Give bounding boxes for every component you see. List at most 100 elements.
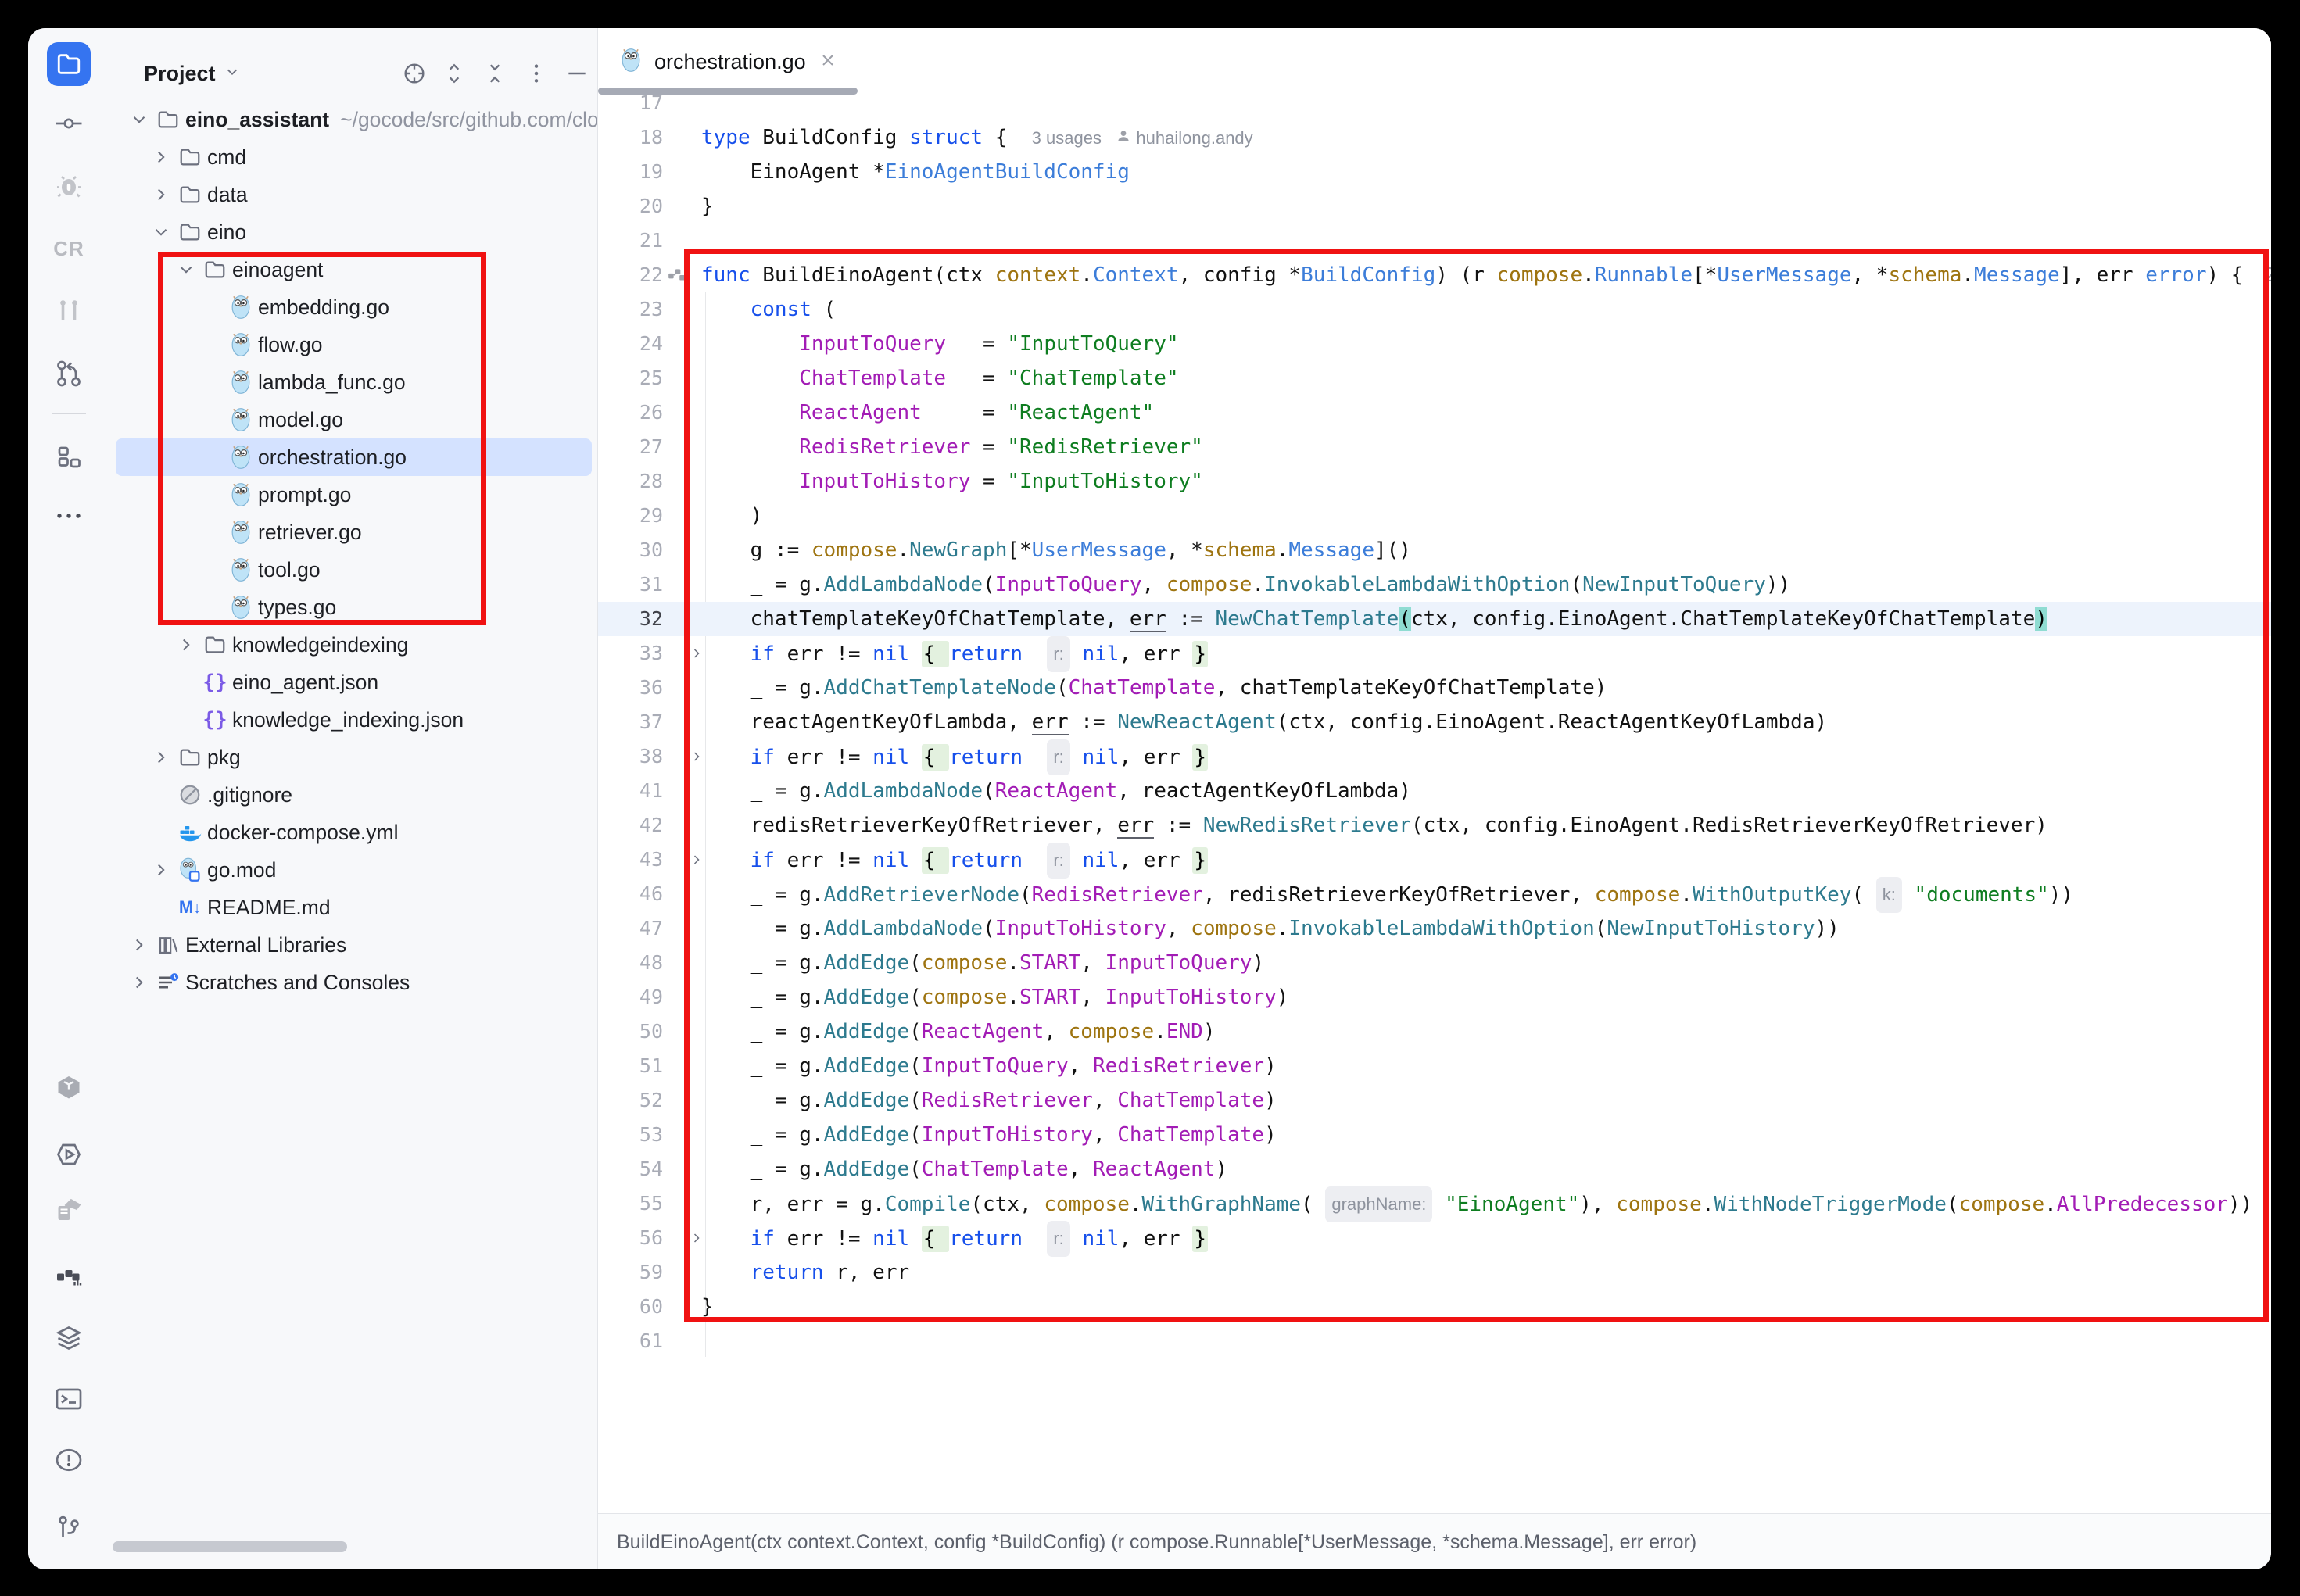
run-tool-button[interactable] [47, 1133, 91, 1176]
tab-orchestration-go[interactable]: orchestration.go [609, 28, 848, 95]
code-line-18[interactable]: 18type BuildConfig struct { 3 usages huh… [598, 120, 2271, 155]
terminal-tool-button[interactable] [47, 1377, 91, 1421]
tree-item-eino-agent-json[interactable]: {}eino_agent.json [109, 664, 597, 701]
code-line-30[interactable]: 30 g := compose.NewGraph[*UserMessage, *… [598, 533, 2271, 567]
tree-item-prompt-go[interactable]: prompt.go [109, 476, 597, 514]
tree-item-tool-go[interactable]: tool.go [109, 551, 597, 589]
tree-item-einoagent[interactable]: einoagent [109, 251, 597, 288]
collapse-all-button[interactable] [479, 56, 511, 91]
structure-tool-button[interactable] [47, 435, 91, 479]
tree-item-orchestration-go[interactable]: orchestration.go [109, 438, 597, 476]
code-line-23[interactable]: 23 const ( [598, 292, 2271, 327]
tree-item-retriever-go[interactable]: retriever.go [109, 514, 597, 551]
code-line-22[interactable]: 22func BuildEinoAgent(ctx context.Contex… [598, 258, 2271, 292]
tree-item-embedding-go[interactable]: embedding.go [109, 288, 597, 326]
close-tab-icon[interactable] [819, 51, 837, 73]
code-line-27[interactable]: 27 RedisRetriever = "RedisRetriever" [598, 430, 2271, 464]
tree-item-data[interactable]: data [109, 176, 597, 213]
pull-requests-tool-button[interactable] [47, 289, 91, 333]
code-line-36[interactable]: 36 _ = g.AddChatTemplateNode(ChatTemplat… [598, 671, 2271, 705]
tree-item-types-go[interactable]: types.go [109, 589, 597, 626]
code-line-38[interactable]: 38 if err != nil { return r: nil, err } [598, 739, 2271, 774]
code-line-43[interactable]: 43 if err != nil { return r: nil, err } [598, 843, 2271, 877]
code-line-51[interactable]: 51 _ = g.AddEdge(InputToQuery, RedisRetr… [598, 1049, 2271, 1083]
tree-item-scratches-and-consoles[interactable]: Scratches and Consoles [109, 964, 597, 1001]
code-line-47[interactable]: 47 _ = g.AddLambdaNode(InputToHistory, c… [598, 911, 2271, 946]
commit-tool-button[interactable] [47, 102, 91, 145]
tree-item-docker-compose-yml[interactable]: docker-compose.yml [109, 814, 597, 851]
chevron-right-icon[interactable] [129, 935, 149, 955]
code-line-26[interactable]: 26 ReactAgent = "ReactAgent" [598, 395, 2271, 430]
code-review-tool-button[interactable]: CR [47, 227, 91, 270]
code-line-29[interactable]: 29 ) [598, 499, 2271, 533]
chevron-right-icon[interactable] [129, 972, 149, 993]
code-line-54[interactable]: 54 _ = g.AddEdge(ChatTemplate, ReactAgen… [598, 1152, 2271, 1186]
code-line-32[interactable]: 32 chatTemplateKeyOfChatTemplate, err :=… [598, 602, 2271, 636]
code-line-48[interactable]: 48 _ = g.AddEdge(compose.START, InputToQ… [598, 946, 2271, 980]
project-panel-title-dropdown[interactable]: Project [144, 56, 241, 91]
code-line-37[interactable]: 37 reactAgentKeyOfLambda, err := NewReac… [598, 705, 2271, 739]
panel-options-button[interactable] [521, 56, 552, 91]
code-line-42[interactable]: 42 redisRetrieverKeyOfRetriever, err := … [598, 808, 2271, 843]
code-line-55[interactable]: 55 r, err = g.Compile(ctx, compose.WithG… [598, 1186, 2271, 1221]
code-line-59[interactable]: 59 return r, err [598, 1255, 2271, 1290]
tree-item-cmd[interactable]: cmd [109, 138, 597, 176]
tree-item-eino[interactable]: eino [109, 213, 597, 251]
tree-item-readme-md[interactable]: M↓README.md [109, 889, 597, 926]
debug-tool-button[interactable] [47, 164, 91, 208]
code-line-60[interactable]: 60} [598, 1290, 2271, 1324]
code-line-20[interactable]: 20} [598, 189, 2271, 224]
notebook-tool-button[interactable] [47, 1189, 91, 1233]
tree-item-knowledgeindexing[interactable]: knowledgeindexing [109, 626, 597, 664]
chevron-right-icon[interactable] [151, 747, 171, 768]
chevron-right-icon[interactable] [151, 147, 171, 167]
code-line-17[interactable]: 17 [598, 95, 2271, 120]
chevron-down-icon[interactable] [129, 109, 149, 130]
tree-item--gitignore[interactable]: .gitignore [109, 776, 597, 814]
chevron-right-icon[interactable] [151, 860, 171, 880]
tree-item-model-go[interactable]: model.go [109, 401, 597, 438]
code-line-31[interactable]: 31 _ = g.AddLambdaNode(InputToQuery, com… [598, 567, 2271, 602]
code-editor[interactable]: 1718type BuildConfig struct { 3 usages h… [598, 95, 2271, 1512]
expand-all-button[interactable] [439, 56, 470, 91]
tree-item-external-libraries[interactable]: External Libraries [109, 926, 597, 964]
more-tools-button[interactable] [47, 494, 91, 538]
locate-file-button[interactable] [399, 56, 430, 91]
code-line-61[interactable]: 61 [598, 1324, 2271, 1358]
version-control-tool-button[interactable] [47, 1505, 91, 1549]
vcs-graph-tool-button[interactable] [47, 352, 91, 395]
code-line-25[interactable]: 25 ChatTemplate = "ChatTemplate" [598, 361, 2271, 395]
project-panel-horizontal-scrollbar[interactable] [113, 1541, 347, 1552]
services-tool-button[interactable] [47, 1316, 91, 1360]
packages-tool-button[interactable] [47, 1066, 91, 1110]
hide-panel-button[interactable] [561, 56, 593, 91]
tree-item-knowledge-indexing-json[interactable]: {}knowledge_indexing.json [109, 701, 597, 739]
profiler-tool-button[interactable] [47, 1255, 91, 1299]
chevron-down-icon[interactable] [151, 222, 171, 242]
chevron-right-icon[interactable] [176, 635, 196, 655]
usages-inlay[interactable]: 3 usages [1032, 128, 1116, 148]
code-line-56[interactable]: 56 if err != nil { return r: nil, err } [598, 1221, 2271, 1255]
author-inlay[interactable]: huhailong.andy [1131, 128, 1252, 148]
chevron-down-icon[interactable] [176, 259, 196, 280]
tree-item-flow-go[interactable]: flow.go [109, 326, 597, 363]
code-line-28[interactable]: 28 InputToHistory = "InputToHistory" [598, 464, 2271, 499]
tree-item-pkg[interactable]: pkg [109, 739, 597, 776]
tree-item-lambda-func-go[interactable]: lambda_func.go [109, 363, 597, 401]
chevron-right-icon[interactable] [151, 184, 171, 205]
code-line-52[interactable]: 52 _ = g.AddEdge(RedisRetriever, ChatTem… [598, 1083, 2271, 1118]
code-line-46[interactable]: 46 _ = g.AddRetrieverNode(RedisRetriever… [598, 877, 2271, 911]
project-tool-button[interactable] [47, 42, 91, 86]
code-line-53[interactable]: 53 _ = g.AddEdge(InputToHistory, ChatTem… [598, 1118, 2271, 1152]
code-line-24[interactable]: 24 InputToQuery = "InputToQuery" [598, 327, 2271, 361]
code-line-21[interactable]: 21 [598, 224, 2271, 258]
code-line-33[interactable]: 33 if err != nil { return r: nil, err } [598, 636, 2271, 671]
code-line-50[interactable]: 50 _ = g.AddEdge(ReactAgent, compose.END… [598, 1014, 2271, 1049]
code-vision-gutter-icon[interactable] [667, 265, 687, 285]
code-line-49[interactable]: 49 _ = g.AddEdge(compose.START, InputToH… [598, 980, 2271, 1014]
code-line-19[interactable]: 19 EinoAgent *EinoAgentBuildConfig [598, 155, 2271, 189]
code-line-41[interactable]: 41 _ = g.AddLambdaNode(ReactAgent, react… [598, 774, 2271, 808]
tree-item-eino-assistant[interactable]: eino_assistant~/gocode/src/github.com/cl… [109, 101, 597, 138]
problems-tool-button[interactable] [47, 1438, 91, 1482]
tree-item-go-mod[interactable]: go.mod [109, 851, 597, 889]
